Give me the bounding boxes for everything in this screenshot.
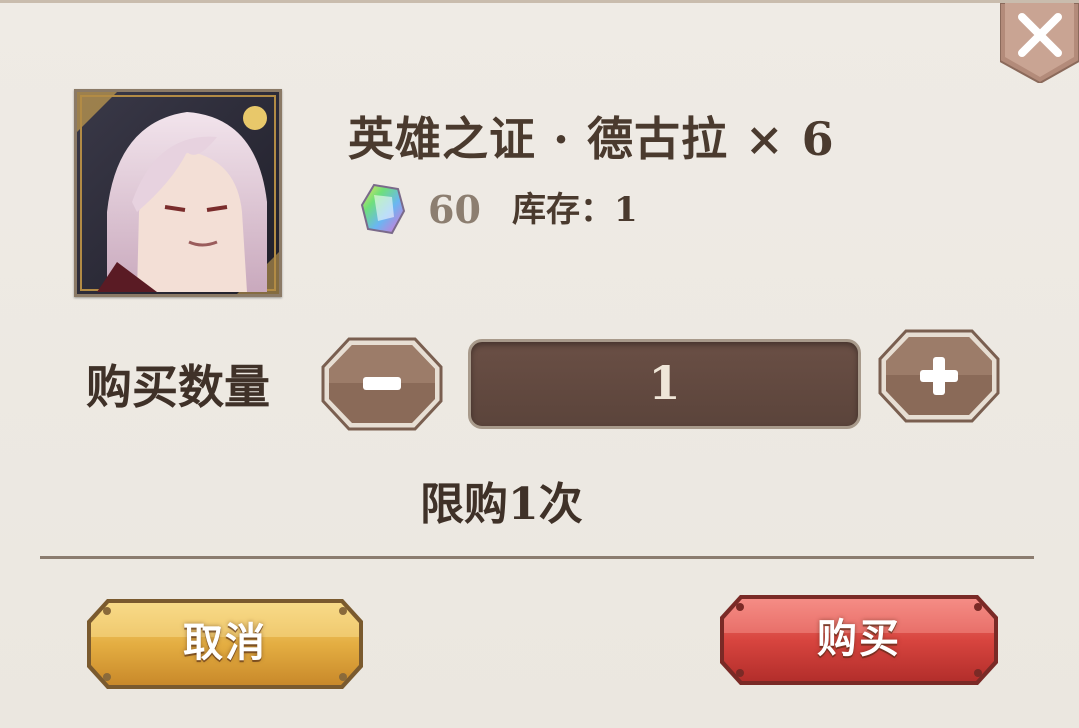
minus-icon [321,337,443,431]
purchase-dialog: 英雄之证 · 德古拉 × 6 60 库存：1 购买数量 1 限购1次 取消 购买 [0,0,1079,728]
buy-button-label: 购买 [817,615,901,662]
dracula-portrait-icon [77,92,279,294]
plus-icon [878,329,1000,423]
quantity-field[interactable]: 1 [468,339,861,429]
divider [40,556,1034,559]
rainbow-gem-icon [360,183,406,235]
quantity-label: 购买数量 [86,360,270,414]
item-stock: 库存：1 [512,190,638,230]
item-name: 英雄之证 · 德古拉 × 6 [348,112,835,166]
buy-button[interactable]: 购买 [718,593,1000,687]
close-button[interactable] [1000,3,1079,83]
item-price: 60 [428,187,481,232]
decrease-quantity-button[interactable] [321,337,443,431]
cancel-button-label: 取消 [183,619,267,666]
close-icon [1000,3,1079,83]
increase-quantity-button[interactable] [878,329,1000,423]
purchase-limit-text: 限购1次 [420,479,583,530]
cancel-button[interactable]: 取消 [85,597,365,691]
item-portrait [74,89,282,297]
